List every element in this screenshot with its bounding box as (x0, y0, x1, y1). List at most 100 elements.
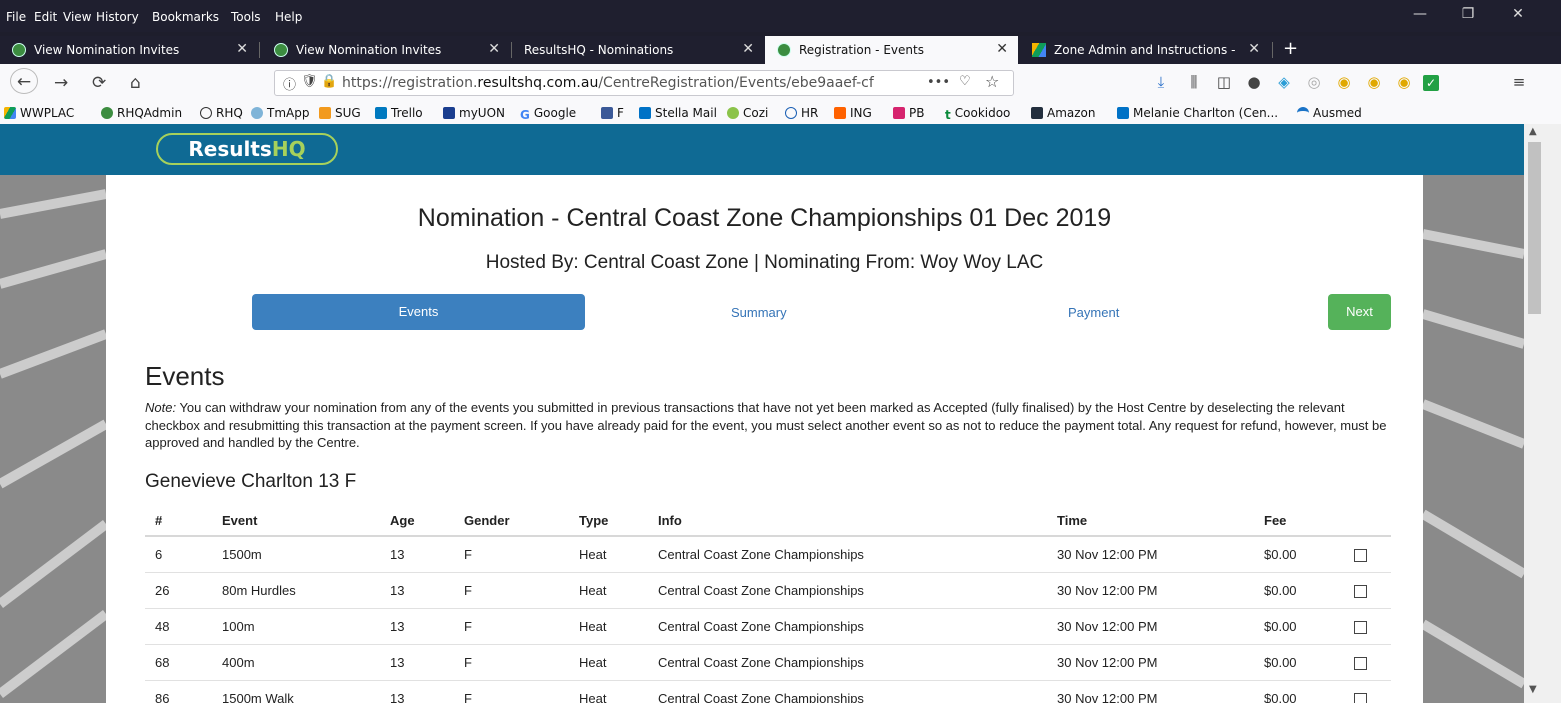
forward-icon[interactable]: → (54, 73, 68, 93)
bookmark-ausmed[interactable]: Ausmed (1297, 106, 1362, 120)
tab-label: View Nomination Invites (34, 43, 180, 57)
lock-icon[interactable]: 🔒 (321, 74, 337, 89)
bookmark-google[interactable]: G Google (520, 106, 576, 122)
event-select-checkbox[interactable] (1354, 621, 1367, 634)
step-summary-tab[interactable]: Summary (731, 305, 787, 320)
home-icon[interactable]: ⌂ (130, 73, 141, 93)
trello-icon (375, 107, 387, 119)
tab-close-icon[interactable]: ✕ (742, 41, 754, 57)
tab-close-icon[interactable]: ✕ (996, 41, 1008, 57)
step-events-tab[interactable]: Events (252, 294, 585, 330)
event-select-checkbox[interactable] (1354, 549, 1367, 562)
restore-button[interactable]: ❐ (1453, 6, 1483, 22)
hr-icon (785, 107, 797, 119)
cell-time: 30 Nov 12:00 PM (1057, 655, 1158, 670)
bookmark-cookidoo[interactable]: t Cookidoo (945, 106, 1010, 122)
bookmark-stella-mail[interactable]: Stella Mail (639, 106, 717, 120)
event-select-checkbox[interactable] (1354, 693, 1367, 703)
bookmark-cozi[interactable]: Cozi (727, 106, 768, 120)
event-select-checkbox[interactable] (1354, 585, 1367, 598)
col-type-header: Type (579, 513, 609, 528)
bookmark-trello[interactable]: Trello (375, 106, 423, 120)
site-header: ResultsHQ (0, 124, 1524, 175)
bookmark-myuon[interactable]: myUON (443, 106, 505, 120)
minimize-button[interactable]: — (1405, 6, 1435, 22)
bookmark-hr[interactable]: HR (785, 106, 818, 120)
bookmark-facebook[interactable]: F (601, 106, 624, 120)
url-bar[interactable]: ⓘ 🛡 🔒 https://registration.resultshq.com… (274, 70, 1014, 96)
bookmark-amazon[interactable]: Amazon (1031, 106, 1096, 120)
cell-fee: $0.00 (1264, 691, 1297, 703)
pocket-icon[interactable]: ♡ (959, 74, 971, 89)
downloads-icon[interactable]: ⤓ (1150, 73, 1172, 91)
tab-view-nomination-invites-1[interactable]: View Nomination Invites ✕ (0, 36, 258, 64)
tab-label: Registration - Events (799, 43, 924, 57)
extension-search-icon-1[interactable]: ◉ (1363, 73, 1385, 91)
col-gender-header: Gender (464, 513, 510, 528)
menu-edit[interactable]: Edit (34, 10, 57, 24)
vertical-scrollbar[interactable]: ▲ ▼ (1524, 124, 1561, 703)
account-icon[interactable]: ● (1243, 73, 1265, 91)
library-icon[interactable]: ⫼ (1183, 73, 1205, 91)
menu-view[interactable]: View (63, 10, 91, 24)
extension-search-icon-2[interactable]: ◉ (1393, 73, 1415, 91)
bookmarks-bar: WWPLAC RHQAdmin RHQ TmApp SUG Trello myU… (0, 102, 1561, 125)
menu-history[interactable]: History (96, 10, 139, 24)
withdrawal-note: Note: You can withdraw your nomination f… (145, 400, 1387, 450)
scroll-up-icon[interactable]: ▲ (1529, 126, 1537, 137)
hamburger-menu-icon[interactable]: ≡ (1508, 73, 1530, 91)
cell-num: 86 (155, 691, 170, 703)
bookmark-rhqadmin[interactable]: RHQAdmin (101, 106, 182, 120)
tracking-protection-icon[interactable]: 🛡 (301, 74, 318, 89)
step-payment-tab[interactable]: Payment (1068, 305, 1119, 320)
cell-age: 13 (390, 655, 405, 670)
tab-close-icon[interactable]: ✕ (488, 41, 500, 57)
tab-close-icon[interactable]: ✕ (236, 41, 248, 57)
bookmark-melanie-charlton[interactable]: Melanie Charlton (Cen... (1117, 106, 1278, 120)
sidebar-icon[interactable]: ◫ (1213, 73, 1235, 91)
signupgenius-icon (319, 107, 331, 119)
tab-registration-events[interactable]: Registration - Events ✕ (765, 36, 1018, 64)
back-icon[interactable]: ← (10, 68, 38, 94)
cell-info: Central Coast Zone Championships (658, 655, 864, 670)
close-window-button[interactable]: ✕ (1503, 6, 1533, 22)
url-text[interactable]: https://registration.resultshq.com.au/Ce… (342, 75, 942, 91)
extension-grey-icon[interactable]: ◎ (1303, 73, 1325, 91)
cell-gender: F (464, 547, 472, 562)
cell-type: Heat (579, 655, 607, 670)
menu-file[interactable]: File (6, 10, 26, 24)
menu-help[interactable]: Help (275, 10, 302, 24)
scroll-down-icon[interactable]: ▼ (1529, 684, 1537, 695)
scrollbar-thumb[interactable] (1528, 142, 1541, 314)
bookmark-tmapp[interactable]: TmApp (251, 106, 309, 120)
bookmark-wwplac[interactable]: WWPLAC (4, 106, 74, 120)
menu-bookmarks[interactable]: Bookmarks (152, 10, 219, 24)
reload-icon[interactable]: ⟳ (92, 73, 106, 93)
event-select-checkbox[interactable] (1354, 657, 1367, 670)
tab-view-nomination-invites-2[interactable]: View Nomination Invites ✕ (262, 36, 510, 64)
tab-resultshq-nominations[interactable]: ResultsHQ - Nominations ✕ (512, 36, 764, 64)
table-row: 6 1500m 13 F Heat Central Coast Zone Champion… (145, 537, 1391, 573)
tab-close-icon[interactable]: ✕ (1248, 41, 1260, 57)
bookmark-sug[interactable]: SUG (319, 106, 361, 120)
next-button[interactable]: Next (1328, 294, 1391, 330)
new-tab-button[interactable]: + (1283, 38, 1298, 66)
extension-check-icon[interactable]: ✓ (1423, 75, 1439, 91)
page-title: Nomination - Central Coast Zone Champion… (417, 204, 1112, 232)
facebook-icon (601, 107, 613, 119)
extension-yellow-icon[interactable]: ◉ (1333, 73, 1355, 91)
google-drive-icon (1032, 43, 1046, 57)
cell-time: 30 Nov 12:00 PM (1057, 583, 1158, 598)
bookmark-star-icon[interactable]: ☆ (985, 72, 999, 91)
extension-shield-icon[interactable]: ◈ (1273, 73, 1295, 91)
tab-zone-admin[interactable]: Zone Admin and Instructions - ✕ (1020, 36, 1270, 64)
bookmark-ing[interactable]: ING (834, 106, 872, 120)
info-icon[interactable]: ⓘ (283, 74, 296, 93)
menu-tools[interactable]: Tools (231, 10, 261, 24)
bookmark-rhq[interactable]: RHQ (200, 106, 243, 120)
cell-num: 6 (155, 547, 163, 562)
cell-time: 30 Nov 12:00 PM (1057, 547, 1158, 562)
resultshq-logo[interactable]: ResultsHQ (156, 133, 338, 165)
page-actions-icon[interactable]: ••• (927, 75, 950, 90)
bookmark-pb[interactable]: PB (893, 106, 924, 120)
